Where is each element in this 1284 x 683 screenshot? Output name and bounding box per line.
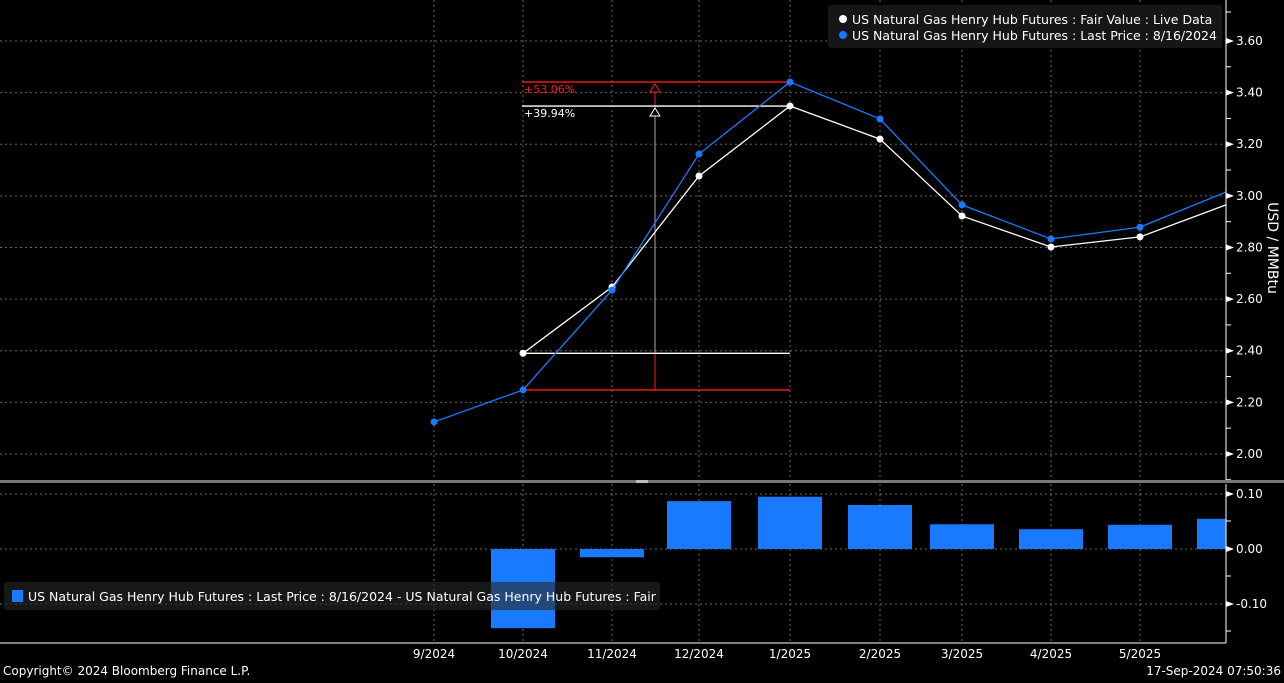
tick-mark	[1226, 399, 1234, 406]
data-point	[519, 386, 527, 394]
legend-marker	[12, 590, 23, 602]
data-point	[695, 172, 703, 180]
data-point	[1136, 233, 1144, 241]
data-point	[1136, 223, 1144, 231]
tick-mark	[1226, 347, 1234, 354]
annotation-label: +39.94%	[524, 107, 575, 120]
axes: 3.60 3.40 3.20 3.00 2.80 2.60 2.40 2.20 2.00 0.10…	[0, 0, 1284, 661]
x-tick-label: 9/2024	[413, 647, 455, 661]
series-lines	[430, 78, 1227, 426]
bar	[758, 496, 822, 549]
y-tick-label: -0.10	[1236, 597, 1267, 611]
data-point	[958, 201, 966, 209]
series-line	[433, 81, 1227, 423]
tick-mark	[1226, 450, 1234, 457]
x-tick-label: 2/2025	[859, 647, 901, 661]
legend-label: US Natural Gas Henry Hub Futures : Fair …	[852, 12, 1212, 27]
annotation-arrow-head	[649, 83, 661, 93]
x-tick-label: 5/2025	[1119, 647, 1161, 661]
bar	[580, 549, 644, 558]
bar	[667, 501, 731, 549]
bar	[848, 505, 912, 549]
bar	[1019, 529, 1083, 549]
x-tick-label: 3/2025	[941, 647, 983, 661]
bar	[930, 524, 994, 549]
tick-mark	[1226, 296, 1234, 303]
y-tick-label: 2.60	[1236, 292, 1263, 306]
bar	[1197, 518, 1226, 549]
data-point	[519, 349, 527, 357]
y-tick-label: 3.40	[1236, 86, 1263, 100]
data-point	[695, 150, 703, 158]
x-tick-label: 11/2024	[587, 647, 637, 661]
data-point	[786, 102, 794, 110]
data-point	[958, 212, 966, 220]
annotation-arrow-head	[649, 107, 661, 117]
chart: +53.06% +39.94% 3.60 3.40 3.20 3.00 2.80 2.60 2…	[0, 0, 1284, 678]
y-tick-label: 3.00	[1236, 189, 1263, 203]
data-point	[1047, 243, 1055, 251]
x-tick-label: 12/2024	[674, 647, 724, 661]
legend-marker	[839, 31, 847, 39]
bar	[1108, 524, 1172, 549]
y-tick-label: 3.60	[1236, 34, 1263, 48]
data-point	[876, 115, 884, 123]
legend-label: US Natural Gas Henry Hub Futures : Last …	[852, 28, 1217, 43]
tick-mark	[1226, 491, 1234, 497]
tick-mark	[1226, 38, 1234, 44]
tick-mark	[1226, 546, 1234, 552]
annotation-label: +53.06%	[524, 83, 575, 96]
y-tick-label: 3.20	[1236, 137, 1263, 151]
data-point	[876, 135, 884, 143]
x-tick-label: 4/2025	[1030, 647, 1072, 661]
data-point	[608, 286, 616, 294]
annotations: +53.06% +39.94%	[522, 81, 790, 391]
divider-handle	[636, 480, 648, 483]
tick-mark	[1226, 192, 1234, 199]
legend-top: US Natural Gas Henry Hub Futures : Fair …	[828, 5, 1222, 48]
y-tick-label: 0.00	[1236, 542, 1263, 556]
y-axis-label: USD / MMBtu	[1264, 202, 1280, 294]
x-tick-label: 1/2025	[769, 647, 811, 661]
tick-mark	[1226, 244, 1234, 251]
tick-mark	[1226, 89, 1234, 96]
timestamp: 17-Sep-2024 07:50:36	[1146, 664, 1281, 678]
tick-mark	[1226, 141, 1234, 148]
y-tick-label: 2.00	[1236, 447, 1263, 461]
y-tick-label: 2.80	[1236, 240, 1263, 254]
data-point	[430, 418, 438, 426]
legend-label: US Natural Gas Henry Hub Futures : Last …	[28, 589, 657, 604]
copyright: Copyright© 2024 Bloomberg Finance L.P.	[3, 664, 250, 678]
tick-mark	[1226, 601, 1234, 607]
y-tick-label: 2.40	[1236, 344, 1263, 358]
x-tick-label: 10/2024	[498, 647, 548, 661]
legend-marker	[839, 15, 847, 23]
data-point	[786, 78, 794, 86]
legend-bottom: US Natural Gas Henry Hub Futures : Last …	[4, 582, 660, 610]
data-point	[1047, 235, 1055, 243]
y-tick-label: 2.20	[1236, 395, 1263, 409]
y-tick-label: 0.10	[1236, 487, 1263, 501]
